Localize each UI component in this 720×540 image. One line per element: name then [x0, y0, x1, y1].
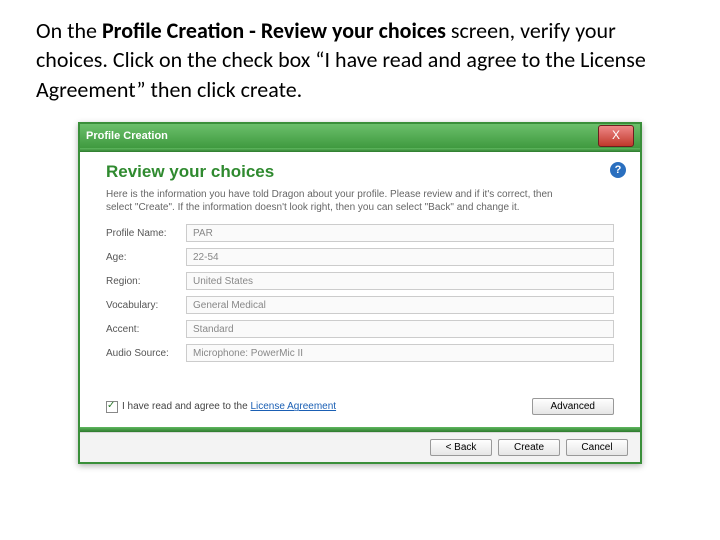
page-heading: Review your choices — [106, 162, 614, 182]
license-agree-text: I have read and agree to the License Agr… — [122, 401, 336, 412]
field-value: Microphone: PowerMic II — [186, 344, 614, 362]
field-label: Audio Source: — [106, 348, 186, 359]
create-button[interactable]: Create — [498, 439, 560, 456]
field-label: Accent: — [106, 324, 186, 335]
dialog-title: Profile Creation — [86, 130, 168, 142]
intro-blurb: Here is the information you have told Dr… — [106, 188, 576, 214]
field-value: Standard — [186, 320, 614, 338]
field-label: Region: — [106, 276, 186, 287]
field-value: General Medical — [186, 296, 614, 314]
field-value: 22-54 — [186, 248, 614, 266]
field-label: Age: — [106, 252, 186, 263]
field-audio-source: Audio Source: Microphone: PowerMic II — [106, 344, 614, 362]
help-icon[interactable]: ? — [610, 162, 626, 178]
field-value: United States — [186, 272, 614, 290]
button-bar: < Back Create Cancel — [80, 432, 640, 462]
cancel-button[interactable]: Cancel — [566, 439, 628, 456]
license-agreement-link[interactable]: License Agreement — [250, 401, 336, 412]
close-button[interactable]: X — [598, 125, 634, 147]
instruction-text: On the Profile Creation - Review your ch… — [0, 0, 720, 118]
field-region: Region: United States — [106, 272, 614, 290]
license-agree-checkbox[interactable] — [106, 401, 118, 413]
instruction-pre: On the — [36, 17, 102, 44]
field-age: Age: 22-54 — [106, 248, 614, 266]
field-profile-name: Profile Name: PAR — [106, 224, 614, 242]
field-vocabulary: Vocabulary: General Medical — [106, 296, 614, 314]
field-value: PAR — [186, 224, 614, 242]
field-label: Vocabulary: — [106, 300, 186, 311]
back-button[interactable]: < Back — [430, 439, 492, 456]
license-agree-prefix: I have read and agree to the — [122, 401, 248, 412]
field-accent: Accent: Standard — [106, 320, 614, 338]
instruction-bold: Profile Creation - Review your choices — [102, 17, 446, 44]
profile-creation-dialog: Profile Creation X ? Review your choices… — [78, 122, 642, 464]
advanced-button[interactable]: Advanced — [532, 398, 614, 415]
field-label: Profile Name: — [106, 228, 186, 239]
titlebar: Profile Creation X — [80, 124, 640, 148]
